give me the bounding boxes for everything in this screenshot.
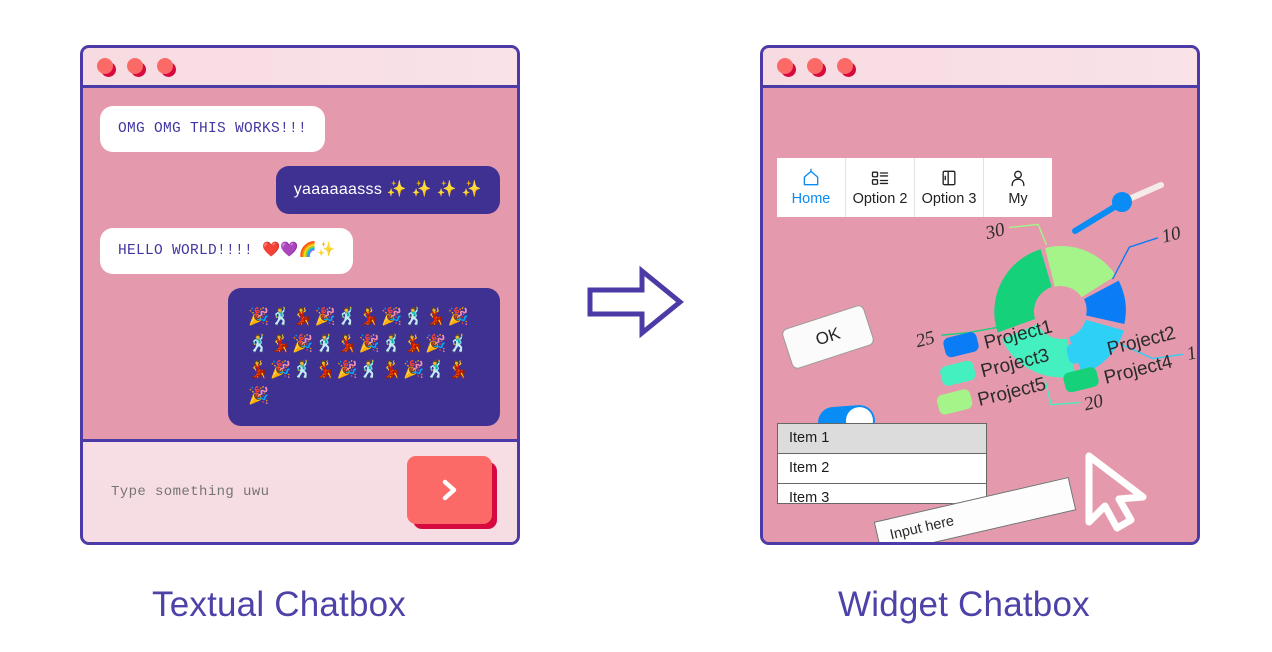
tab-label: Home xyxy=(791,191,831,207)
leader-line-project1 xyxy=(1112,237,1159,280)
donut-chart: 30 25 20 15 10 Project1 Project2 Project… xyxy=(911,200,1197,440)
home-icon xyxy=(803,168,819,186)
chat-message-list: OMG OMG THIS WORKS!!! yaaaaaasss ✨ ✨ ✨ ✨… xyxy=(83,88,517,442)
chart-value-label: 10 xyxy=(1159,222,1183,247)
panel-icon xyxy=(942,170,956,186)
close-dot[interactable] xyxy=(97,58,116,77)
maximize-dot[interactable] xyxy=(157,58,176,77)
list-item[interactable]: Item 1 xyxy=(778,424,986,454)
chat-bubble-outgoing: yaaaaaasss ✨ ✨ ✨ ✨ xyxy=(275,166,500,215)
item-list[interactable]: Item 1 Item 2 Item 3 xyxy=(777,423,987,504)
tab-option-2[interactable]: Option 2 xyxy=(846,158,915,217)
ok-button[interactable]: OK xyxy=(780,303,876,371)
slider-rest-track xyxy=(1126,182,1164,202)
chevron-right-icon xyxy=(442,479,456,501)
chart-value-label: 30 xyxy=(982,219,1007,244)
send-button[interactable] xyxy=(407,456,492,524)
tab-home[interactable]: Home xyxy=(777,158,846,217)
widget-chatbox-window: Home Option 2 Option 3 My OK 30 25 20 15… xyxy=(760,45,1200,545)
leader-line-project5 xyxy=(1009,223,1048,246)
chat-bubble-incoming: HELLO WORLD!!!! ❤️💜🌈✨ xyxy=(100,228,354,275)
screenshot-stage: OMG OMG THIS WORKS!!! yaaaaaasss ✨ ✨ ✨ ✨… xyxy=(0,0,1272,652)
widget-canvas: Home Option 2 Option 3 My OK 30 25 20 15… xyxy=(763,88,1197,542)
chat-bubble-outgoing: 🎉🕺💃🎉🕺💃🎉🕺💃🎉🕺💃🎉🕺💃🎉🕺💃🎉🕺💃🎉🕺💃🎉🕺💃🎉🕺💃🎉 xyxy=(228,288,500,426)
message-input[interactable] xyxy=(111,484,407,500)
caption-right: Widget Chatbox xyxy=(838,585,1090,624)
donut-chart-svg: 30 25 20 15 10 Project1 Project2 Project… xyxy=(913,219,1197,415)
list-item[interactable]: Item 2 xyxy=(778,454,986,484)
right-window-titlebar xyxy=(763,48,1197,88)
maximize-dot[interactable] xyxy=(837,58,856,77)
legend-swatch-project5 xyxy=(937,389,973,415)
send-button-wrap xyxy=(407,456,497,529)
message-composer xyxy=(83,442,517,542)
caption-left: Textual Chatbox xyxy=(152,585,406,624)
minimize-dot[interactable] xyxy=(127,58,146,77)
chat-bubble-incoming: OMG OMG THIS WORKS!!! xyxy=(100,106,326,153)
legend-swatch-project3 xyxy=(940,360,976,386)
list-item[interactable]: Item 3 xyxy=(778,484,986,503)
tab-label: Option 2 xyxy=(852,191,908,207)
list-icon xyxy=(871,171,889,185)
person-icon xyxy=(1011,170,1025,187)
chart-value-label: 15 xyxy=(1185,340,1197,365)
minimize-dot[interactable] xyxy=(807,58,826,77)
chart-value-label: 20 xyxy=(1082,390,1106,415)
left-window-titlebar xyxy=(83,48,517,88)
chart-value-label: 25 xyxy=(913,327,937,352)
mouse-pointer-icon xyxy=(1085,452,1147,532)
transform-arrow-icon xyxy=(587,265,684,339)
close-dot[interactable] xyxy=(777,58,796,77)
textual-chatbox-window: OMG OMG THIS WORKS!!! yaaaaaasss ✨ ✨ ✨ ✨… xyxy=(80,45,520,545)
